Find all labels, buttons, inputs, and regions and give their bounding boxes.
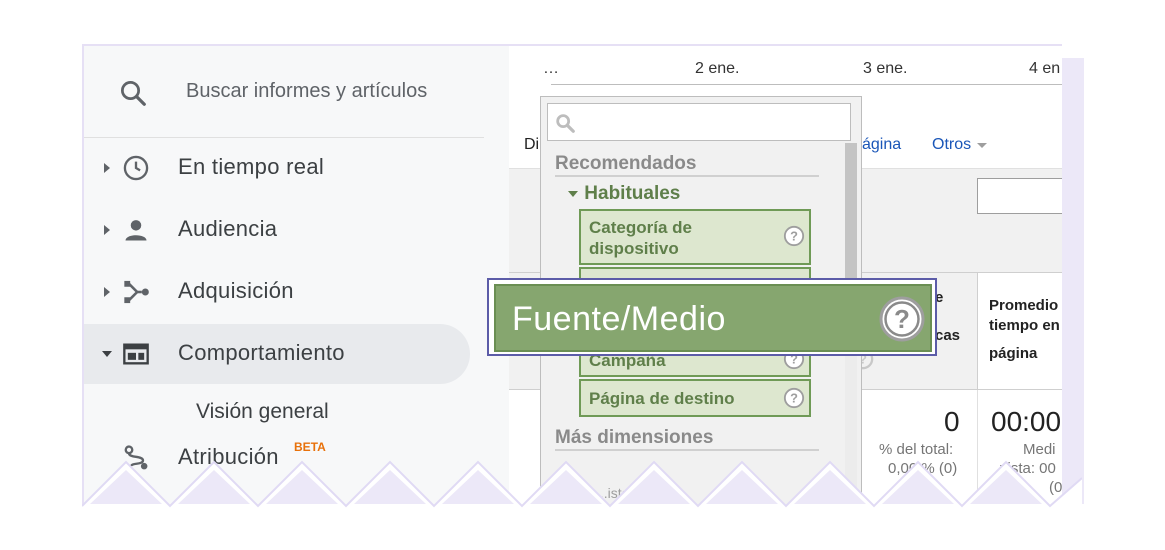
sidebar-search[interactable]: Buscar informes y artículos	[84, 46, 484, 138]
sidebar-item-behavior[interactable]: Comportamiento	[84, 324, 470, 384]
timeline-label: …	[543, 60, 559, 77]
more-dimensions-heading: Más dimensiones	[555, 427, 714, 448]
sidebar-item-label: En tiempo real	[178, 154, 325, 179]
header-avg-time-line3: página	[989, 345, 1038, 362]
beta-badge: BETA	[294, 440, 326, 454]
analytics-frame: Buscar informes y artículos En tiempo re…	[82, 44, 1062, 506]
timeline-label: 4 en	[1029, 60, 1061, 77]
dimension-item-label: Categoría de dispositivo	[589, 218, 692, 258]
header-avg-time-line2: tiempo en	[989, 317, 1060, 334]
highlight-source-medium[interactable]: Fuente/Medio ?	[494, 284, 932, 352]
table-filter-input[interactable]	[977, 178, 1062, 214]
dimension-item-device-category[interactable]: Categoría de dispositivo ?	[579, 209, 811, 265]
sidebar-item-label: Comportamiento	[178, 340, 345, 365]
sidebar-item-label: Adquisición	[178, 278, 294, 303]
search-icon	[121, 81, 146, 106]
caret-down-icon	[102, 351, 112, 357]
search-icon	[556, 114, 575, 133]
caret-right-icon	[104, 225, 110, 235]
timeline-label: 2 ene.	[695, 60, 740, 77]
help-icon[interactable]: ?	[878, 295, 926, 343]
svg-text:?: ?	[894, 304, 910, 334]
recommended-heading: Recomendados	[555, 153, 697, 174]
tab-dimension-partial[interactable]: Di	[524, 136, 539, 154]
divider	[555, 175, 819, 177]
sidebar: Buscar informes y artículos En tiempo re…	[84, 46, 509, 506]
chevron-down-icon	[976, 142, 987, 148]
highlight-label: Fuente/Medio	[512, 300, 726, 338]
group-label: Habituales	[584, 183, 681, 204]
header-fragment: cas	[935, 327, 961, 344]
timeline-label: 3 ene.	[863, 60, 908, 77]
caret-right-icon	[104, 287, 110, 297]
decorative-strip	[1062, 58, 1084, 504]
sidebar-item-acquisition[interactable]: Adquisición	[84, 262, 484, 322]
header-avg-time-line1: Promedio	[989, 297, 1059, 314]
sidebar-item-label: Audiencia	[178, 216, 278, 241]
tab-otros-label: Otros	[932, 136, 972, 153]
svg-text:?: ?	[790, 391, 798, 406]
clock-icon	[123, 155, 149, 181]
tab-otros[interactable]: Otros	[932, 136, 988, 154]
timeline-axis	[551, 84, 1062, 85]
sidebar-item-audience[interactable]: Audiencia	[84, 200, 484, 260]
search-placeholder: Buscar informes y artículos	[186, 80, 428, 102]
total-value: 0	[944, 406, 960, 437]
svg-text:?: ?	[790, 229, 798, 244]
sidebar-item-realtime[interactable]: En tiempo real	[84, 138, 484, 198]
torn-edge-decoration	[82, 460, 1082, 516]
dimension-item-landing-page[interactable]: Página de destino ?	[579, 379, 811, 417]
tab-pagina[interactable]: ágina	[862, 136, 901, 154]
caret-down-icon	[568, 190, 578, 197]
person-icon	[125, 220, 147, 241]
dimension-item-label: Página de destino	[589, 389, 735, 408]
sidebar-subitem-overview[interactable]: Visión general	[196, 400, 329, 424]
help-icon[interactable]: ?	[783, 387, 805, 409]
avg-time-value: 00:00	[991, 406, 1062, 437]
dimension-search-input[interactable]	[547, 103, 851, 141]
caret-right-icon	[104, 163, 110, 173]
behavior-icon	[123, 343, 149, 365]
scrollbar-thumb[interactable]	[845, 143, 857, 283]
group-habituales[interactable]: Habituales	[567, 183, 680, 205]
help-icon[interactable]: ?	[783, 225, 805, 247]
divider	[555, 449, 819, 451]
acquisition-icon	[124, 280, 149, 304]
